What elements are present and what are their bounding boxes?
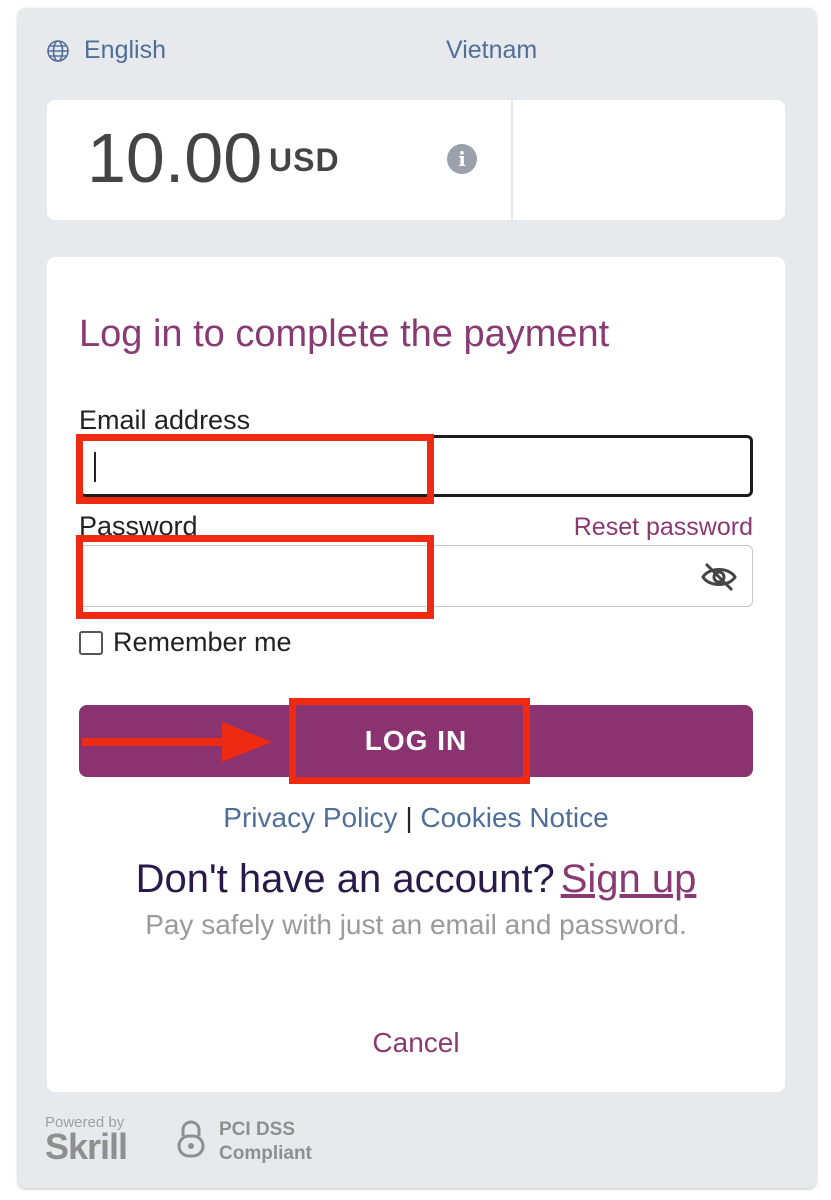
signup-link[interactable]: Sign up bbox=[561, 857, 697, 901]
globe-icon bbox=[47, 39, 69, 62]
signup-question: Don't have an account? bbox=[135, 857, 555, 901]
pci-line-2: Compliant bbox=[219, 1143, 312, 1164]
lock-icon bbox=[177, 1120, 205, 1158]
cookies-notice-link[interactable]: Cookies Notice bbox=[420, 802, 608, 833]
login-card: Log in to complete the payment Email add… bbox=[47, 257, 785, 1092]
reset-password-link[interactable]: Reset password bbox=[574, 513, 753, 542]
cancel-link[interactable]: Cancel bbox=[47, 1027, 785, 1059]
language-selector[interactable]: English bbox=[46, 36, 166, 65]
amount-currency: USD bbox=[269, 142, 340, 178]
remember-me-checkbox[interactable] bbox=[79, 630, 103, 655]
password-highlight-box bbox=[76, 535, 434, 619]
privacy-policy-link[interactable]: Privacy Policy bbox=[223, 802, 397, 833]
remember-me[interactable]: Remember me bbox=[79, 627, 292, 658]
skrill-logo: Skrill bbox=[45, 1126, 128, 1167]
eye-slash-icon[interactable] bbox=[700, 560, 738, 594]
pci-dss-badge: PCI DSS Compliant bbox=[219, 1118, 312, 1166]
info-icon[interactable]: i bbox=[447, 144, 477, 174]
footer: Powered by Skrill PCI DSS Compliant bbox=[45, 1114, 445, 1170]
email-label: Email address bbox=[79, 405, 251, 435]
signup-tagline: Pay safely with just an email and passwo… bbox=[145, 909, 687, 940]
signup-prompt: Don't have an account? Sign up bbox=[47, 857, 785, 902]
amount-value: 10.00 bbox=[87, 119, 263, 197]
email-highlight-box bbox=[76, 434, 434, 504]
language-label: English bbox=[84, 36, 166, 64]
amount-section: 10.00 USD i bbox=[47, 100, 513, 220]
login-title: Log in to complete the payment bbox=[79, 313, 610, 355]
top-bar: English Vietnam bbox=[46, 36, 786, 76]
legal-links: Privacy Policy | Cookies Notice bbox=[47, 802, 785, 834]
login-highlight-box bbox=[289, 698, 530, 784]
link-separator: | bbox=[405, 802, 413, 833]
remember-me-label: Remember me bbox=[113, 627, 292, 657]
pci-line-1: PCI DSS bbox=[219, 1119, 296, 1140]
country-selector[interactable]: Vietnam bbox=[446, 36, 537, 65]
arrow-right-icon bbox=[82, 722, 272, 762]
amount-card: 10.00 USD i bbox=[47, 100, 785, 220]
